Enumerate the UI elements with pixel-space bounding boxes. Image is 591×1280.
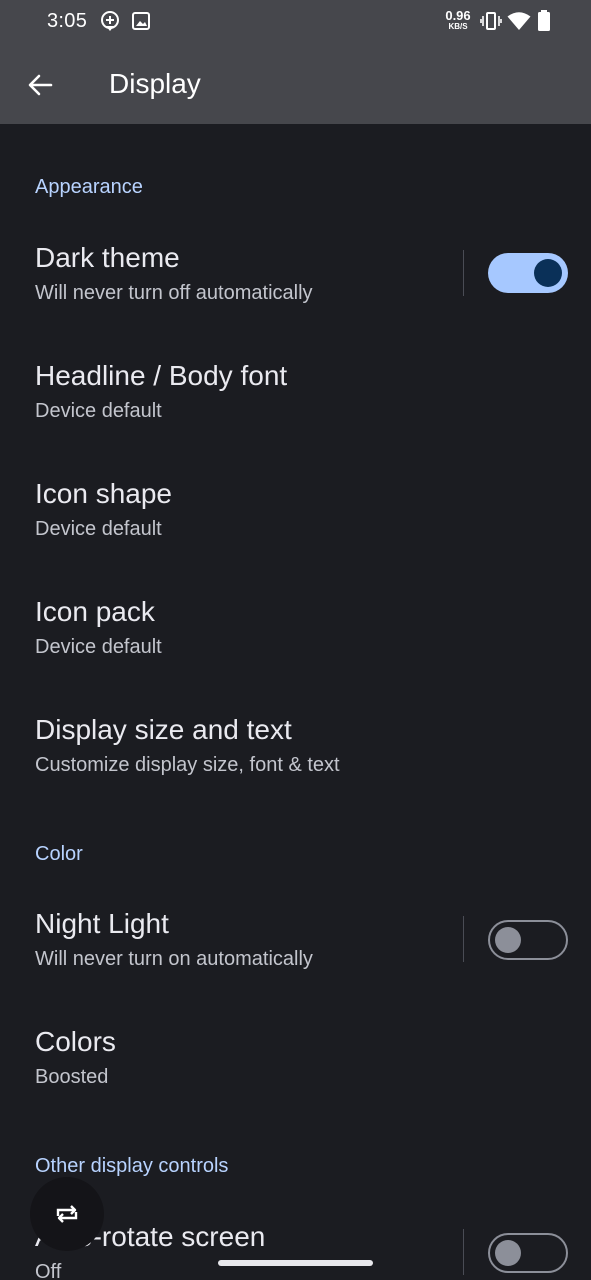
dark-theme-switch[interactable]	[488, 253, 568, 293]
pref-display-size-and-text[interactable]: Display size and text Customize display …	[0, 714, 591, 824]
pref-title: Dark theme	[35, 242, 180, 273]
home-indicator[interactable]	[218, 1260, 373, 1266]
pref-dark-theme[interactable]: Dark theme Will never turn off automatic…	[0, 242, 591, 352]
pref-subtitle: Will never turn off automatically	[35, 282, 313, 304]
pref-subtitle: Customize display size, font & text	[35, 754, 340, 776]
network-speed: 0.96 KB/S	[440, 9, 476, 31]
rotate-suggestion-button[interactable]	[30, 1177, 104, 1251]
location-icon	[101, 11, 119, 31]
network-speed-unit: KB/S	[448, 22, 468, 31]
pref-icon-pack[interactable]: Icon pack Device default	[0, 596, 591, 706]
auto-rotate-switch[interactable]	[488, 1233, 568, 1273]
section-header-color: Color	[35, 843, 83, 865]
switch-thumb	[534, 259, 562, 287]
section-header-other-display-controls: Other display controls	[35, 1155, 229, 1177]
pref-headline-body-font[interactable]: Headline / Body font Device default	[0, 360, 591, 470]
pref-title: Headline / Body font	[35, 360, 288, 391]
pref-icon-shape[interactable]: Icon shape Device default	[0, 478, 591, 588]
wifi-icon	[507, 12, 531, 30]
switch-thumb	[495, 1240, 521, 1266]
pref-title: Icon shape	[35, 478, 172, 509]
switch-thumb	[495, 927, 521, 953]
pref-title: Icon pack	[35, 596, 155, 627]
pref-night-light[interactable]: Night Light Will never turn on automatic…	[0, 908, 591, 1018]
network-speed-value: 0.96	[445, 8, 471, 23]
pref-title: Night Light	[35, 908, 169, 939]
image-icon	[132, 12, 150, 30]
status-bar: 3:05 0.96 KB/S	[0, 0, 591, 42]
pref-subtitle: Boosted	[35, 1066, 109, 1088]
divider	[463, 1229, 464, 1275]
pref-subtitle: Device default	[35, 518, 162, 540]
status-time: 3:05	[47, 10, 88, 32]
pref-subtitle: Will never turn on automatically	[35, 948, 313, 970]
pref-subtitle: Device default	[35, 400, 162, 422]
pref-subtitle: Off	[35, 1261, 62, 1280]
pref-subtitle: Device default	[35, 636, 162, 658]
pref-colors[interactable]: Colors Boosted	[0, 1026, 591, 1136]
divider	[463, 250, 464, 296]
night-light-switch[interactable]	[488, 920, 568, 960]
arrow-back-icon	[28, 74, 53, 96]
section-header-appearance: Appearance	[35, 176, 143, 198]
pref-title: Display size and text	[35, 714, 292, 745]
app-bar: Display	[0, 42, 591, 124]
page-title: Display	[109, 68, 201, 99]
rotate-icon	[56, 1205, 78, 1223]
vibrate-icon	[480, 12, 502, 30]
back-button[interactable]	[18, 63, 62, 107]
battery-icon	[538, 10, 550, 31]
pref-title: Colors	[35, 1026, 116, 1057]
divider	[463, 916, 464, 962]
